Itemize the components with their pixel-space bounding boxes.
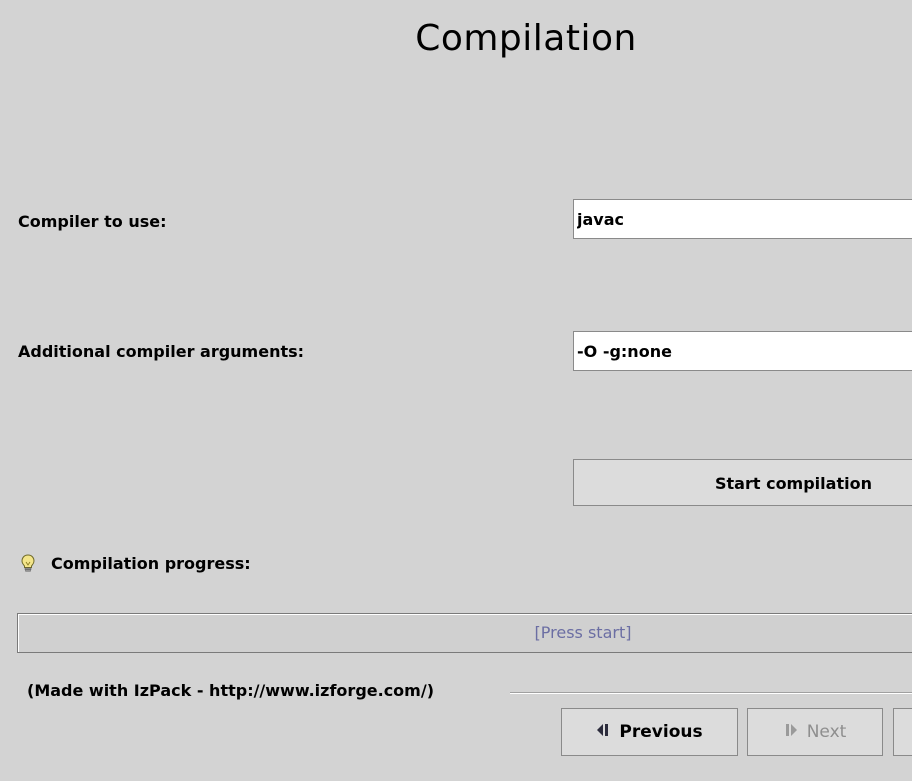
- compilation-progress-label: Compilation progress:: [51, 553, 251, 573]
- footer-separator: [510, 692, 912, 694]
- lightbulb-icon: [18, 553, 38, 573]
- page-title: Compilation: [415, 18, 637, 59]
- next-arrow-icon: [784, 722, 798, 743]
- made-with-izpack-text: (Made with IzPack - http://www.izforge.c…: [27, 681, 442, 700]
- compiler-label: Compiler to use:: [18, 212, 167, 231]
- progress-status-text: [Press start]: [534, 623, 632, 642]
- previous-button-label: Previous: [619, 722, 703, 742]
- next-button-label: Next: [806, 722, 847, 742]
- quit-button[interactable]: [893, 708, 912, 756]
- compilation-progress-heading: Compilation progress:: [18, 553, 251, 573]
- previous-arrow-icon: [596, 722, 610, 743]
- compilation-progress-bar: [Press start]: [17, 613, 912, 653]
- next-button: Next: [747, 708, 883, 756]
- compiler-args-input[interactable]: [573, 331, 912, 371]
- compiler-input[interactable]: [573, 199, 912, 239]
- start-compilation-button[interactable]: Start compilation: [573, 459, 912, 506]
- compiler-args-label: Additional compiler arguments:: [18, 342, 305, 361]
- previous-button[interactable]: Previous: [561, 708, 738, 756]
